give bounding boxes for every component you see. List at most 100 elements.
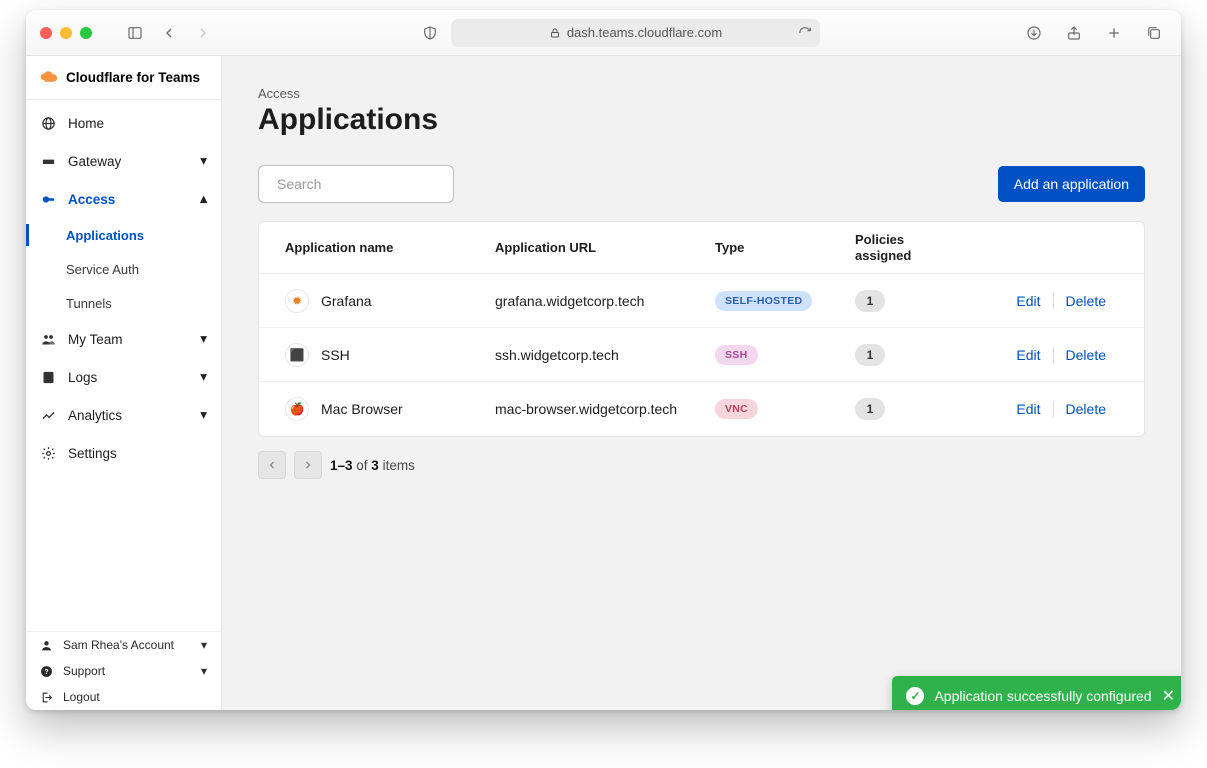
page-title: Applications: [258, 103, 1145, 137]
app-icon: ✹: [285, 289, 309, 313]
share-icon[interactable]: [1061, 20, 1087, 46]
access-subnav: Applications Service Auth Tunnels: [26, 218, 221, 320]
help-icon: ?: [40, 665, 53, 678]
svg-text:?: ?: [44, 669, 48, 676]
logout-link[interactable]: Logout: [26, 684, 221, 710]
new-tab-icon[interactable]: [1101, 20, 1127, 46]
app-icon: ⬛: [285, 343, 309, 367]
minimize-window[interactable]: [60, 27, 72, 39]
app-name: SSH: [321, 347, 350, 363]
shield-icon[interactable]: [417, 20, 443, 46]
maximize-window[interactable]: [80, 27, 92, 39]
globe-icon: [40, 116, 56, 131]
traffic-lights: [40, 27, 92, 39]
search-box[interactable]: [258, 165, 454, 203]
breadcrumb: Access: [258, 86, 1145, 101]
access-icon: [40, 192, 56, 207]
brand-label: Cloudflare for Teams: [66, 70, 200, 85]
lock-icon: [549, 27, 561, 39]
user-icon: [40, 639, 53, 652]
subnav-applications[interactable]: Applications: [66, 218, 221, 252]
applications-table: Application name Application URL Type Po…: [258, 221, 1145, 437]
prev-page-button[interactable]: [258, 451, 286, 479]
gateway-icon: [40, 154, 56, 169]
account-switcher[interactable]: Sam Rhea's Account ▾: [26, 632, 221, 658]
sidebar-toggle-icon[interactable]: [122, 20, 148, 46]
nav-home[interactable]: Home: [26, 104, 221, 142]
subnav-tunnels[interactable]: Tunnels: [66, 286, 221, 320]
team-icon: [40, 332, 56, 347]
next-page-button[interactable]: [294, 451, 322, 479]
add-application-button[interactable]: Add an application: [998, 166, 1145, 202]
cloudflare-icon: [40, 71, 58, 85]
table-row[interactable]: ✹ Grafana grafana.widgetcorp.tech SELF-H…: [259, 274, 1144, 328]
search-input[interactable]: [277, 176, 458, 192]
chevron-down-icon: ▾: [200, 153, 207, 169]
policies-count: 1: [855, 344, 885, 366]
table-header: Application name Application URL Type Po…: [259, 222, 1144, 274]
nav-my-team[interactable]: My Team ▾: [26, 320, 221, 358]
tabs-icon[interactable]: [1141, 20, 1167, 46]
th-url: Application URL: [495, 240, 715, 255]
policies-count: 1: [855, 398, 885, 420]
delete-link[interactable]: Delete: [1053, 347, 1118, 363]
nav-analytics[interactable]: Analytics ▾: [26, 396, 221, 434]
app-icon: 🍎: [285, 397, 309, 421]
check-icon: ✓: [906, 687, 924, 705]
pagination: 1–3 of 3 items: [258, 451, 1145, 479]
chevron-down-icon: ▾: [200, 407, 207, 423]
support-link[interactable]: ? Support ▾: [26, 658, 221, 684]
nav-gateway[interactable]: Gateway ▾: [26, 142, 221, 180]
browser-window: dash.teams.cloudflare.com: [26, 10, 1181, 710]
edit-link[interactable]: Edit: [1004, 347, 1052, 363]
nav-logs[interactable]: Logs ▾: [26, 358, 221, 396]
toast-close-icon[interactable]: ✕: [1162, 686, 1175, 706]
app-url: ssh.widgetcorp.tech: [495, 347, 715, 363]
reload-icon[interactable]: [798, 26, 812, 40]
nav-settings[interactable]: Settings: [26, 434, 221, 472]
logs-icon: [40, 370, 56, 385]
analytics-icon: [40, 408, 56, 423]
delete-link[interactable]: Delete: [1053, 401, 1118, 417]
type-badge: VNC: [715, 399, 758, 419]
table-row[interactable]: 🍎 Mac Browser mac-browser.widgetcorp.tec…: [259, 382, 1144, 436]
policies-count: 1: [855, 290, 885, 312]
sidebar-footer: Sam Rhea's Account ▾ ? Support ▾ Logout: [26, 631, 221, 710]
chevron-up-icon: ▴: [200, 191, 207, 207]
nav: Home Gateway ▾ Access ▴: [26, 100, 221, 472]
url-text: dash.teams.cloudflare.com: [567, 25, 722, 40]
chevron-down-icon: ▾: [201, 664, 207, 678]
chevron-down-icon: ▾: [201, 638, 207, 652]
th-name: Application name: [285, 240, 495, 255]
titlebar: dash.teams.cloudflare.com: [26, 10, 1181, 56]
app-url: mac-browser.widgetcorp.tech: [495, 401, 715, 417]
logout-icon: [40, 691, 53, 704]
close-window[interactable]: [40, 27, 52, 39]
delete-link[interactable]: Delete: [1053, 293, 1118, 309]
gear-icon: [40, 446, 56, 461]
subnav-service-auth[interactable]: Service Auth: [66, 252, 221, 286]
back-button[interactable]: [156, 20, 182, 46]
chevron-down-icon: ▾: [200, 369, 207, 385]
brand[interactable]: Cloudflare for Teams: [26, 56, 221, 100]
toast-message: Application successfully configured: [934, 688, 1151, 704]
app-name: Grafana: [321, 293, 372, 309]
main-content: Access Applications Add an application A…: [222, 56, 1181, 710]
pagination-text: 1–3 of 3 items: [330, 458, 415, 473]
toolbar: Add an application: [258, 165, 1145, 203]
type-badge: SSH: [715, 345, 758, 365]
nav-access[interactable]: Access ▴: [26, 180, 221, 218]
type-badge: SELF-HOSTED: [715, 291, 812, 311]
edit-link[interactable]: Edit: [1004, 293, 1052, 309]
address-bar[interactable]: dash.teams.cloudflare.com: [451, 19, 821, 47]
th-policies: Policies assigned: [855, 232, 995, 263]
forward-button[interactable]: [190, 20, 216, 46]
downloads-icon[interactable]: [1021, 20, 1047, 46]
edit-link[interactable]: Edit: [1004, 401, 1052, 417]
table-row[interactable]: ⬛ SSH ssh.widgetcorp.tech SSH 1 Edit Del…: [259, 328, 1144, 382]
th-type: Type: [715, 240, 855, 255]
app-name: Mac Browser: [321, 401, 403, 417]
app-url: grafana.widgetcorp.tech: [495, 293, 715, 309]
chevron-down-icon: ▾: [200, 331, 207, 347]
sidebar: Cloudflare for Teams Home Gateway ▾: [26, 56, 222, 710]
